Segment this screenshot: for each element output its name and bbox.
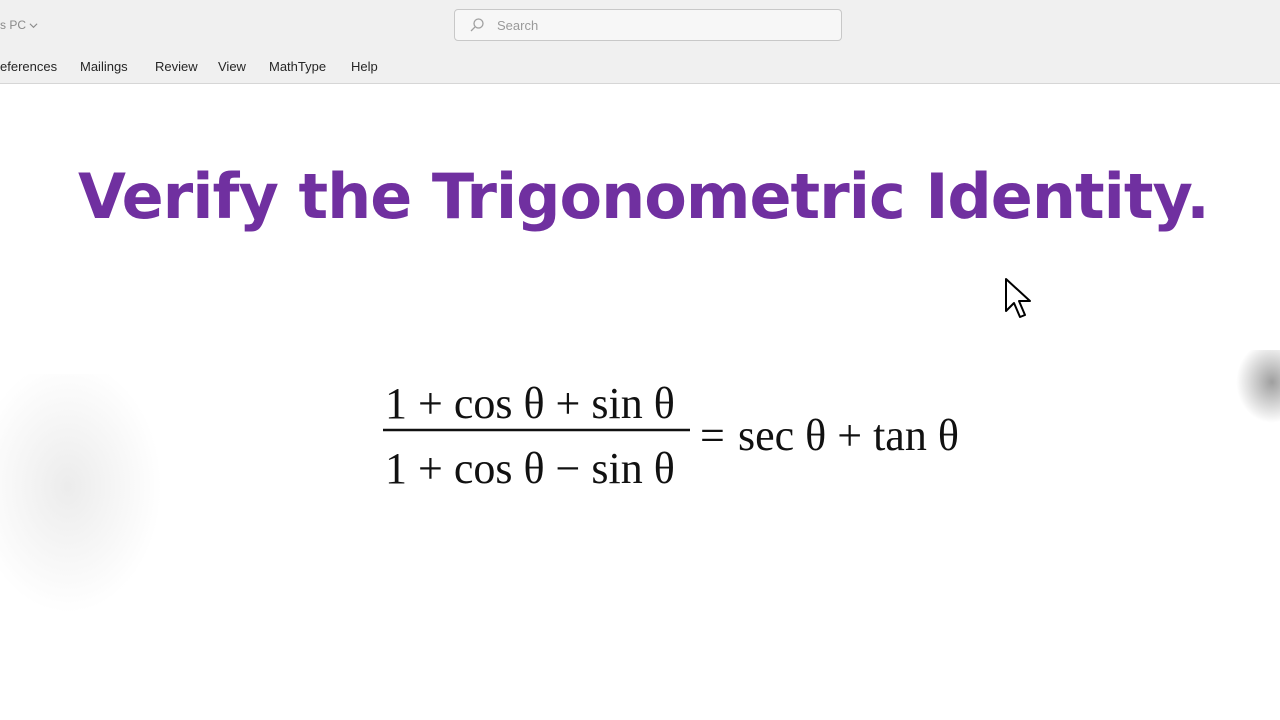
tab-mailings[interactable]: Mailings bbox=[80, 59, 128, 74]
equation-denominator: 1 + cos θ − sin θ bbox=[385, 444, 675, 493]
tab-mathtype[interactable]: MathType bbox=[269, 59, 326, 74]
tab-review[interactable]: Review bbox=[155, 59, 198, 74]
chevron-down-icon bbox=[29, 22, 38, 28]
tab-references[interactable]: eferences bbox=[0, 59, 57, 74]
document-location-label: s PC bbox=[0, 18, 27, 32]
ribbon-tab-bar: eferences Mailings Review View MathType … bbox=[0, 50, 1280, 84]
page-smudge bbox=[0, 374, 170, 624]
title-bar: s PC bbox=[0, 0, 1280, 50]
document-location[interactable]: s PC bbox=[0, 18, 38, 32]
tab-view[interactable]: View bbox=[218, 59, 246, 74]
mouse-pointer-icon bbox=[1005, 278, 1031, 318]
tab-help[interactable]: Help bbox=[351, 59, 378, 74]
page-smudge-right bbox=[1230, 350, 1280, 430]
equation-numerator: 1 + cos θ + sin θ bbox=[385, 379, 675, 428]
equation-right-side: sec θ + tan θ bbox=[738, 411, 959, 460]
document-page[interactable]: Verify the Trigonometric Identity. 1 + c… bbox=[0, 84, 1271, 720]
trig-identity-equation[interactable]: 1 + cos θ + sin θ 1 + cos θ − sin θ = se… bbox=[380, 364, 1000, 494]
equation-equals-sign: = bbox=[700, 411, 725, 460]
search-icon bbox=[470, 18, 484, 32]
search-box[interactable] bbox=[454, 9, 842, 41]
equation-svg: 1 + cos θ + sin θ 1 + cos θ − sin θ = se… bbox=[383, 379, 959, 493]
search-input[interactable] bbox=[497, 17, 817, 33]
document-heading: Verify the Trigonometric Identity. bbox=[78, 160, 1210, 233]
